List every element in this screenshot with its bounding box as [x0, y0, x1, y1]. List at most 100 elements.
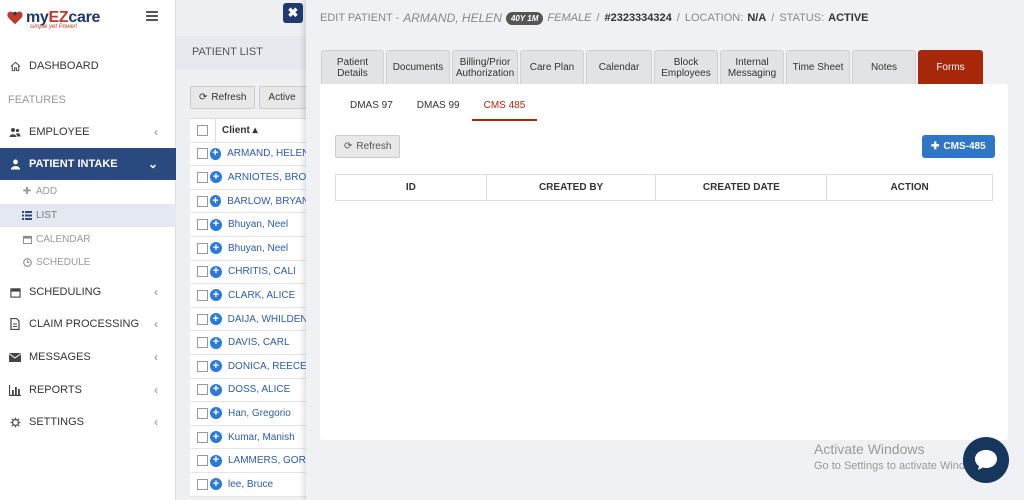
table-row[interactable]: + ARMAND, HELEN: [190, 143, 306, 167]
patient-name-link[interactable]: BARLOW, BRYAN: [227, 196, 306, 207]
table-row[interactable]: + DAVIS, CARL: [190, 331, 306, 355]
expand-plus-icon[interactable]: +: [209, 313, 222, 326]
tab-notes[interactable]: Notes: [852, 50, 916, 84]
patient-name-link[interactable]: CLARK, ALICE: [228, 290, 295, 301]
table-row[interactable]: + CHRITIS, CALI: [190, 261, 306, 285]
sidebar-item-employee[interactable]: EMPLOYEE ‹: [0, 121, 176, 143]
expand-plus-icon[interactable]: +: [209, 195, 222, 208]
row-checkbox[interactable]: [197, 219, 208, 231]
subtab-dmas-99[interactable]: DMAS 99: [405, 96, 472, 121]
forms-refresh-button[interactable]: ⟳ Refresh: [335, 135, 401, 158]
row-checkbox[interactable]: [197, 195, 208, 207]
sidebar-item-scheduling[interactable]: SCHEDULING ‹: [0, 281, 176, 303]
sidebar-item-dashboard[interactable]: DASHBOARD: [0, 55, 176, 77]
table-row[interactable]: + DONICA, REECE: [190, 355, 306, 379]
sidebar-subitem-schedule[interactable]: SCHEDULE: [0, 251, 176, 274]
sidebar-subitem-list[interactable]: LIST: [0, 204, 176, 227]
expand-plus-icon[interactable]: +: [210, 383, 222, 396]
patient-name-link[interactable]: Kumar, Manish: [228, 432, 295, 443]
patient-name-link[interactable]: DONICA, REECE: [228, 361, 306, 372]
heart-logo-icon: [7, 11, 23, 25]
patient-name-link[interactable]: ARNIOTES, BRO: [228, 172, 306, 183]
subtab-cms-485[interactable]: CMS 485: [471, 96, 538, 121]
sidebar-item-reports[interactable]: REPORTS ‹: [0, 379, 176, 401]
row-checkbox[interactable]: [197, 313, 208, 325]
tab-forms[interactable]: Forms: [918, 50, 983, 84]
tab-block-employees[interactable]: Block Employees: [654, 50, 718, 84]
row-checkbox[interactable]: [197, 407, 208, 419]
hamburger-menu-icon[interactable]: [146, 11, 158, 21]
chat-launcher-button[interactable]: [963, 437, 1009, 483]
row-checkbox[interactable]: [197, 242, 208, 254]
patient-name-link[interactable]: DOSS, ALICE: [228, 384, 290, 395]
table-row[interactable]: + LAMMERS, GOR: [190, 449, 306, 473]
sidebar-item-messages[interactable]: MESSAGES ‹: [0, 346, 176, 368]
expand-plus-icon[interactable]: +: [210, 431, 222, 444]
expand-plus-icon[interactable]: +: [209, 171, 222, 184]
status-filter-dropdown[interactable]: Active: [259, 86, 308, 109]
row-checkbox[interactable]: [197, 431, 208, 443]
expand-plus-icon[interactable]: +: [210, 454, 222, 467]
sidebar-item-patient-intake[interactable]: PATIENT INTAKE ⌄: [0, 148, 176, 180]
patient-name-link[interactable]: DAVIS, CARL: [228, 337, 290, 348]
patient-name-link[interactable]: lee, Bruce: [228, 479, 273, 490]
expand-plus-icon[interactable]: +: [210, 242, 222, 255]
table-row[interactable]: + Bhuyan, Neel: [190, 237, 306, 261]
sidebar-item-claim-processing[interactable]: CLAIM PROCESSING ‹: [0, 313, 176, 335]
tab-care-plan[interactable]: Care Plan: [520, 50, 584, 84]
patient-name-link[interactable]: CHRITIS, CALI: [228, 266, 296, 277]
row-checkbox[interactable]: [197, 455, 208, 467]
row-checkbox[interactable]: [197, 337, 208, 349]
sidebar-subitem-add[interactable]: ✚ ADD: [0, 180, 176, 203]
table-row[interactable]: + BARLOW, BRYAN: [190, 190, 306, 214]
patient-name-link[interactable]: DAIJA, WHILDEN: [228, 314, 306, 325]
table-header-row: ID CREATED BY CREATED DATE ACTION: [335, 174, 993, 201]
select-all-checkbox[interactable]: [197, 124, 208, 136]
sidebar-subitem-calendar[interactable]: CALENDAR: [0, 228, 176, 251]
expand-plus-icon[interactable]: +: [209, 360, 222, 373]
expand-plus-icon[interactable]: +: [210, 289, 222, 302]
table-row[interactable]: + Kumar, Manish: [190, 426, 306, 450]
table-row[interactable]: + CLARK, ALICE: [190, 284, 306, 308]
table-row[interactable]: + ARNIOTES, BRO: [190, 166, 306, 190]
forms-card: DMAS 97 DMAS 99 CMS 485 ⟳ Refresh ✚ CMS-…: [320, 84, 1008, 440]
table-row[interactable]: + DOSS, ALICE: [190, 379, 306, 403]
gear-icon: [9, 416, 21, 428]
close-icon[interactable]: ✖: [283, 3, 303, 23]
expand-plus-icon[interactable]: +: [210, 265, 222, 278]
subtab-dmas-97[interactable]: DMAS 97: [338, 96, 405, 121]
table-row[interactable]: + Bhuyan, Neel: [190, 213, 306, 237]
tab-patient-details[interactable]: Patient Details: [321, 50, 384, 84]
row-checkbox[interactable]: [197, 289, 208, 301]
expand-plus-icon[interactable]: +: [210, 336, 222, 349]
row-checkbox[interactable]: [197, 478, 208, 490]
row-checkbox[interactable]: [197, 266, 208, 278]
tab-calendar[interactable]: Calendar: [586, 50, 652, 84]
row-checkbox[interactable]: [197, 360, 208, 372]
patient-name-link[interactable]: LAMMERS, GOR: [228, 455, 306, 466]
list-refresh-button[interactable]: ⟳ Refresh: [190, 86, 256, 109]
expand-plus-icon[interactable]: +: [210, 478, 222, 491]
expand-plus-icon[interactable]: +: [210, 218, 222, 231]
patient-name-link[interactable]: ARMAND, HELEN: [227, 148, 306, 159]
patient-name-link[interactable]: Bhuyan, Neel: [228, 243, 288, 254]
patient-name-link[interactable]: Bhuyan, Neel: [228, 219, 288, 230]
tab-internal-messaging[interactable]: Internal Messaging: [720, 50, 784, 84]
tab-billing-prior-authorization[interactable]: Billing/Prior Authorization: [452, 50, 518, 84]
table-row[interactable]: + DAIJA, WHILDEN: [190, 308, 306, 332]
expand-plus-icon[interactable]: +: [210, 407, 222, 420]
patient-name-link[interactable]: Han, Gregorio: [228, 408, 291, 419]
row-checkbox[interactable]: [197, 148, 208, 160]
location-value: N/A: [747, 12, 767, 24]
add-cms-485-button[interactable]: ✚ CMS-485: [922, 135, 995, 158]
table-row[interactable]: + Han, Gregorio: [190, 402, 306, 426]
sidebar-item-settings[interactable]: SETTINGS ‹: [0, 411, 176, 433]
expand-plus-icon[interactable]: +: [209, 147, 222, 160]
row-checkbox[interactable]: [197, 171, 208, 183]
tab-time-sheet[interactable]: Time Sheet: [786, 50, 850, 84]
table-row[interactable]: + lee, Bruce: [190, 473, 306, 497]
tab-documents[interactable]: Documents: [386, 50, 450, 84]
chevron-down-icon: ⌄: [147, 157, 158, 171]
row-checkbox[interactable]: [197, 384, 208, 396]
column-header-client[interactable]: Client ▴: [222, 125, 258, 136]
